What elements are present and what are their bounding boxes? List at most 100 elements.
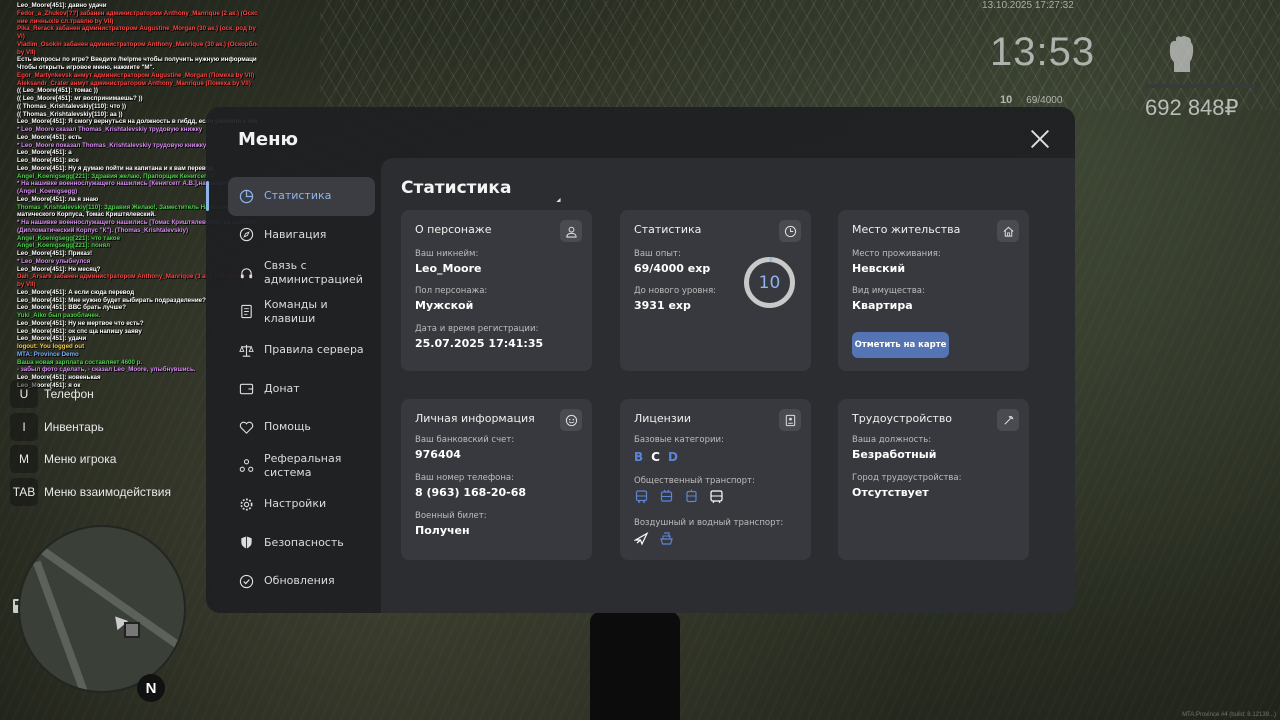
card-employment: Трудоустройство Ваша должность: Безработ… bbox=[838, 399, 1029, 560]
nav-label: Реферальная система bbox=[264, 451, 342, 479]
ship-icon bbox=[660, 532, 673, 545]
nav-item-referral[interactable]: Реферальная система bbox=[228, 447, 378, 486]
player-menu-window: Меню Статистика Навигация Связь с админи… bbox=[206, 107, 1075, 613]
position-label: Ваша должность: bbox=[852, 435, 932, 445]
license-categories: B C D bbox=[634, 450, 678, 464]
nav-item-security[interactable]: Безопасность bbox=[228, 524, 378, 563]
fist-icon bbox=[1164, 34, 1198, 74]
hud-level-number: 10 bbox=[1000, 94, 1013, 106]
hotkey-key: TAB bbox=[10, 477, 38, 506]
nav-item-commands[interactable]: Команды и клавиши bbox=[228, 293, 378, 332]
nav-label: Статистика bbox=[264, 189, 332, 203]
metro-icon bbox=[710, 490, 723, 504]
hotkey-player-menu[interactable]: M Меню игрока bbox=[10, 443, 171, 476]
nav-item-statistics[interactable]: Статистика bbox=[206, 177, 375, 216]
card-statistics: Статистика Ваш опыт: 69/4000 exp До ново… bbox=[620, 210, 811, 371]
hud-level: 10 69/4000 bbox=[1000, 94, 1062, 106]
nav-item-settings[interactable]: Настройки bbox=[228, 485, 378, 524]
nickname-value: Leo_Moore bbox=[415, 262, 482, 275]
card-title: Место жительства bbox=[852, 223, 961, 236]
bank-value: 976404 bbox=[415, 448, 461, 461]
nav-item-navigation[interactable]: Навигация bbox=[228, 216, 378, 255]
compass-icon bbox=[238, 227, 254, 243]
nav-label: Обновления bbox=[264, 574, 335, 588]
residence-place-label: Место проживания: bbox=[852, 249, 941, 259]
nav-item-rules[interactable]: Правила сервера bbox=[228, 331, 378, 370]
hud-exp: 69/4000 bbox=[1026, 95, 1063, 106]
hotkey-key: M bbox=[10, 445, 38, 474]
player-character bbox=[590, 612, 680, 720]
nav-label: Помощь bbox=[264, 420, 311, 434]
public-transport-icons bbox=[634, 489, 724, 504]
chat-line: Pika_Rerack забанен администратором Augu… bbox=[17, 25, 256, 33]
hotkey-phone[interactable]: U Телефон bbox=[10, 378, 171, 411]
employment-city-label: Город трудоустройства: bbox=[852, 473, 962, 483]
tools-icon bbox=[997, 409, 1019, 431]
bus-icon bbox=[635, 490, 648, 503]
registration-value: 25.07.2025 17:41:35 bbox=[415, 337, 544, 350]
nav-label: Правила сервера bbox=[264, 343, 364, 357]
nav-label: Навигация bbox=[264, 227, 327, 241]
hotkey-label: Меню игрока bbox=[44, 452, 117, 467]
employment-city-value: Отсутствует bbox=[852, 486, 929, 499]
nav-label: Настройки bbox=[264, 497, 327, 511]
chat-line: (( Leo_Moore[451]: томас )) bbox=[17, 87, 98, 95]
chat-line: Vi) bbox=[17, 33, 25, 40]
menu-title: Меню bbox=[238, 129, 299, 150]
gender-label: Пол персонажа: bbox=[415, 286, 488, 296]
gear-icon bbox=[238, 496, 254, 512]
card-residence: Место жительства Место проживания: Невск… bbox=[838, 210, 1029, 371]
background-fence bbox=[320, 0, 1280, 110]
nav-item-donate[interactable]: Донат bbox=[228, 370, 378, 409]
chat-line: Vladim_Osokin забанен администратором An… bbox=[17, 40, 257, 48]
next-level-value: 3931 exp bbox=[634, 299, 691, 312]
card-title: Личная информация bbox=[415, 412, 535, 425]
property-label: Вид имущества: bbox=[852, 286, 925, 296]
mark-on-map-button[interactable]: Отметить на карте bbox=[852, 332, 949, 358]
military-value: Получен bbox=[415, 524, 470, 537]
headset-icon bbox=[238, 265, 254, 281]
military-label: Военный билет: bbox=[415, 511, 487, 521]
level-number: 10 bbox=[758, 272, 781, 293]
card-title: Статистика bbox=[634, 223, 702, 236]
exp-label: Ваш опыт: bbox=[634, 249, 681, 259]
bank-label: Ваш банковский счет: bbox=[415, 435, 515, 445]
nav-item-help[interactable]: Помощь bbox=[228, 408, 378, 447]
air-water-transport-label: Воздушный и водный транспорт: bbox=[634, 518, 784, 528]
hud-clock: 13:53 bbox=[990, 30, 1096, 74]
card-title: Лицензии bbox=[634, 412, 692, 425]
menu-content: Статистика О персонаже Ваш никнейм: Leo_… bbox=[381, 158, 1075, 613]
card-character: О персонаже Ваш никнейм: Leo_Moore Пол п… bbox=[401, 210, 592, 371]
hotkey-key: U bbox=[10, 380, 38, 409]
phone-label: Ваш номер телефона: bbox=[415, 473, 514, 483]
clock-pie-icon bbox=[779, 220, 801, 242]
house-icon bbox=[997, 220, 1019, 242]
scales-icon bbox=[238, 342, 254, 358]
hud-health-bar bbox=[1145, 84, 1255, 88]
plane-icon bbox=[634, 532, 649, 546]
heart-handshake-icon bbox=[238, 419, 254, 435]
chat-line: Fedor_a_Zhukov[??] забанен администратор… bbox=[17, 9, 257, 17]
nav-label: Донат bbox=[264, 381, 300, 395]
position-value: Безработный bbox=[852, 448, 937, 461]
north-indicator: N bbox=[137, 674, 165, 702]
check-circle-icon bbox=[238, 573, 254, 589]
minimap-road bbox=[20, 531, 184, 671]
nav-item-contact-admin[interactable]: Связь с администрацией bbox=[228, 254, 378, 293]
chat-line: Чтобы открыть игровое меню, нажмите "M". bbox=[17, 64, 155, 71]
gender-value: Мужской bbox=[415, 299, 474, 312]
nav-item-updates[interactable]: Обновления bbox=[228, 562, 378, 601]
menu-nav: Статистика Навигация Связь с администрац… bbox=[206, 177, 378, 601]
chat-line: by VII) bbox=[17, 48, 36, 56]
hotkey-interaction-menu[interactable]: TAB Меню взаимодействия bbox=[10, 476, 171, 509]
chat-line: Egor_Martynkevsk анмут администратором A… bbox=[17, 71, 255, 79]
chat-line: Leo_Moore[451]: давно удачи bbox=[17, 2, 107, 9]
close-button[interactable] bbox=[1028, 127, 1052, 151]
hotkey-inventory[interactable]: I Инвентарь bbox=[10, 411, 171, 444]
next-level-label: До нового уровня: bbox=[634, 286, 717, 296]
build-info: MTA:Province #4 (build: 8.12139...) bbox=[1182, 712, 1276, 718]
hud-money: 692 848₽ bbox=[1145, 95, 1239, 120]
card-licenses: Лицензии Базовые категории: B C D Общест… bbox=[620, 399, 811, 560]
public-transport-label: Общественный транспорт: bbox=[634, 476, 755, 486]
hotkey-hints: U Телефон I Инвентарь M Меню игрока TAB … bbox=[10, 378, 171, 508]
